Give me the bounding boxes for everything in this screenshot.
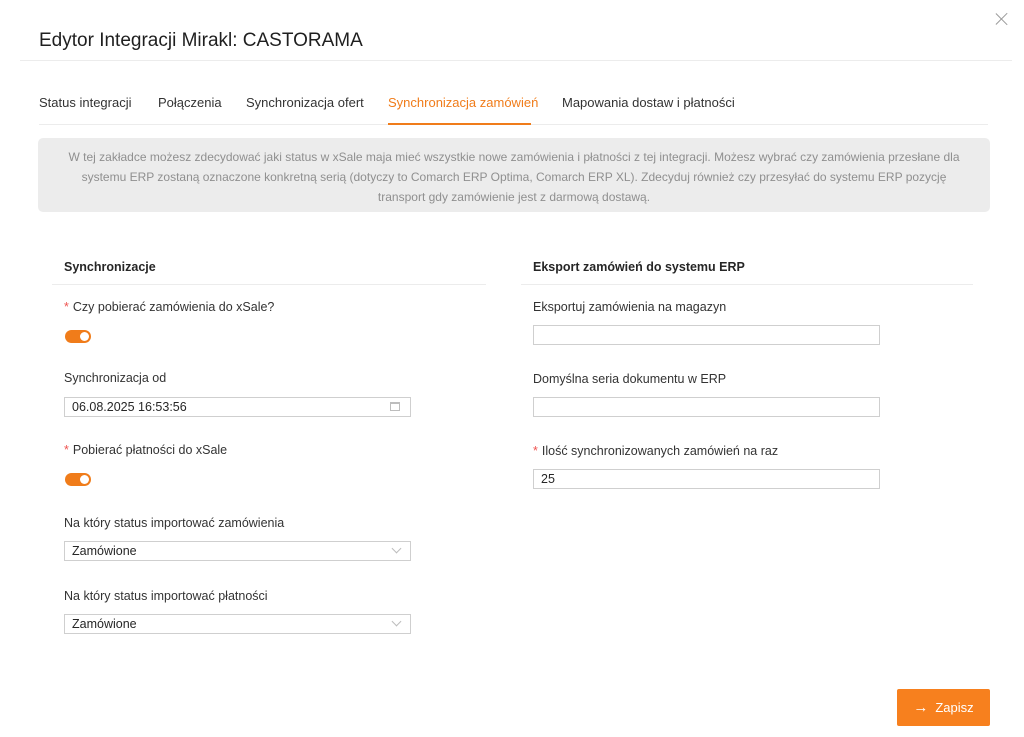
info-line-1: W tej zakładce możesz zdecydować jaki st…: [68, 150, 960, 164]
erp-section-divider: [521, 284, 973, 285]
doc-series-input[interactable]: [533, 397, 880, 417]
sync-from-label: Synchronizacja od: [64, 371, 167, 385]
payment-status-value: Zamówione: [72, 617, 137, 631]
dialog-title: Edytor Integracji Mirakl: CASTORAMA: [39, 30, 363, 51]
info-line-2: systemu ERP zostaną oznaczone konkretną …: [81, 170, 947, 184]
erp-section-heading: Eksport zamówień do systemu ERP: [533, 260, 745, 274]
order-status-label: Na który status importować zamówienia: [64, 516, 285, 530]
download-payments-label: * Pobierać płatności do xSale: [64, 443, 227, 457]
warehouse-label: Eksportuj zamówienia na magazyn: [533, 300, 727, 314]
sync-section-heading: Synchronizacje: [64, 260, 156, 274]
required-marker: *: [64, 443, 69, 457]
download-payments-label-text: Pobierać płatności do xSale: [72, 443, 228, 457]
sync-from-value: 06.08.2025 16:53:56: [72, 400, 187, 414]
order-status-select[interactable]: Zamówione: [64, 541, 411, 561]
batch-size-value: 25: [541, 472, 555, 486]
active-tab-indicator: [388, 123, 531, 125]
chevron-down-icon: [391, 543, 402, 554]
doc-series-label: Domyślna seria dokumentu w ERP: [533, 372, 727, 386]
tab-bar: Status integracji Połączenia Synchroniza…: [39, 90, 988, 125]
download-payments-toggle[interactable]: [65, 473, 91, 486]
download-orders-label-text: Czy pobierać zamówienia do xSale?: [72, 300, 275, 314]
sync-from-datepicker[interactable]: 06.08.2025 16:53:56: [64, 397, 411, 417]
download-orders-label: * Czy pobierać zamówienia do xSale?: [64, 300, 274, 314]
tab-synchronizacja-ofert[interactable]: Synchronizacja ofert: [246, 95, 364, 110]
batch-size-label: * Ilość synchronizowanych zamówień na raz: [533, 444, 778, 458]
required-marker: *: [64, 300, 69, 314]
tab-mapowania-dostaw[interactable]: Mapowania dostaw i płatności: [562, 95, 735, 110]
tab-synchronizacja-zamowien[interactable]: Synchronizacja zamówień: [388, 95, 538, 110]
sync-section-divider: [52, 284, 486, 285]
chevron-down-icon: [391, 616, 402, 627]
payment-status-label: Na który status importować płatności: [64, 589, 268, 603]
batch-size-input[interactable]: 25: [533, 469, 880, 489]
batch-size-label-text: Ilość synchronizowanych zamówień na raz: [541, 444, 779, 458]
required-marker: *: [533, 444, 538, 458]
save-button-label: Zapisz: [935, 700, 974, 715]
save-button[interactable]: → Zapisz: [897, 689, 990, 726]
tab-polaczenia[interactable]: Połączenia: [158, 95, 222, 110]
download-orders-toggle[interactable]: [65, 330, 91, 343]
close-icon[interactable]: [994, 11, 1010, 27]
info-box: W tej zakładce możesz zdecydować jaki st…: [38, 138, 990, 212]
warehouse-input[interactable]: [533, 325, 880, 345]
title-divider: [20, 60, 1012, 61]
info-line-3: transport gdy zamówienie jest z darmową …: [377, 190, 651, 204]
calendar-icon: [390, 402, 400, 411]
arrow-right-icon: →: [913, 699, 929, 716]
order-status-value: Zamówione: [72, 544, 137, 558]
tab-status-integracji[interactable]: Status integracji: [39, 95, 132, 110]
payment-status-select[interactable]: Zamówione: [64, 614, 411, 634]
